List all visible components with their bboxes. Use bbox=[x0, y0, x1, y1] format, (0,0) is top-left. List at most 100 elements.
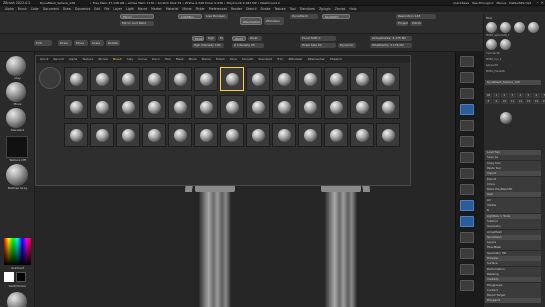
brush-thumb-claybuildup[interactable]: ClayBuildup bbox=[64, 95, 88, 119]
brush-thumb-hpolish[interactable]: hPolish bbox=[116, 95, 140, 119]
tab-hair[interactable]: Hair bbox=[163, 56, 173, 63]
switch-color-label[interactable]: SwitchColor bbox=[0, 284, 35, 288]
texture-off-icon[interactable] bbox=[6, 136, 28, 158]
brush-thumb-damstandard[interactable]: DamStandard bbox=[90, 95, 114, 119]
tool-list-item-1[interactable]: PM3D_Sphere3D_1 bbox=[486, 34, 510, 37]
tool-palette-item[interactable]: Polypaint bbox=[485, 298, 541, 304]
tool-palette-item[interactable]: Visible bbox=[485, 203, 541, 208]
subtool-level-button[interactable]: 8 bbox=[485, 99, 492, 104]
subtool-level-button[interactable]: 5 bbox=[525, 93, 532, 98]
tab-smooth[interactable]: Smooth bbox=[240, 56, 256, 63]
brush-thumb-mask[interactable]: Mask bbox=[376, 67, 400, 91]
subtool-level-button[interactable]: 4 bbox=[517, 93, 524, 98]
quicksave-button[interactable]: QuickSave bbox=[453, 1, 469, 5]
tool-list-item-4[interactable]: Sphere3D bbox=[486, 64, 498, 67]
rshelf-persp-button[interactable] bbox=[460, 120, 474, 131]
brush-thumb-pen[interactable]: Pen bbox=[90, 123, 114, 147]
tool-palette-item[interactable]: Polygroups bbox=[485, 282, 541, 288]
tab-brush[interactable]: Brush bbox=[111, 56, 124, 63]
rshelf-scroll-button[interactable] bbox=[460, 56, 474, 67]
tool-palette-item[interactable]: Geometry bbox=[485, 224, 541, 230]
tool-palette-item[interactable]: Export bbox=[485, 176, 541, 182]
tool-thumb-1[interactable] bbox=[486, 22, 497, 33]
move-button[interactable]: Move bbox=[74, 40, 88, 46]
tab-planar[interactable]: Planar bbox=[200, 56, 213, 63]
color-picker[interactable] bbox=[4, 238, 31, 265]
tool-palette-item[interactable]: Morph Target bbox=[485, 293, 541, 299]
tool-palette-item[interactable]: Masking bbox=[485, 271, 541, 277]
default-zscript-button[interactable]: DefaultZScript bbox=[509, 1, 531, 5]
tool-palette-item[interactable]: NanoMesh bbox=[485, 234, 541, 240]
brush-thumb-alpha[interactable]: Alpha bbox=[64, 67, 88, 91]
tab-clay[interactable]: Clay bbox=[125, 56, 136, 63]
m-button[interactable]: M bbox=[218, 36, 224, 41]
tab-move[interactable]: Move bbox=[187, 56, 199, 63]
brush-thumb-standard[interactable]: Standard bbox=[220, 67, 244, 91]
scale-button[interactable]: Scale bbox=[90, 40, 104, 46]
rshelf-xpose-button[interactable] bbox=[460, 280, 474, 291]
tool-list-item-2[interactable]: Cylinder3D bbox=[486, 52, 500, 55]
subtool-level-button[interactable]: 9 bbox=[493, 99, 500, 104]
tool-palette-item[interactable]: Import bbox=[485, 171, 541, 177]
brush-thumb-planar[interactable]: Planar bbox=[142, 95, 166, 119]
subtool-level-button[interactable]: 11 bbox=[509, 99, 516, 104]
tab-texture[interactable]: Texture bbox=[80, 56, 95, 63]
brush-thumb-gravity[interactable]: Gravity bbox=[246, 123, 270, 147]
brush-thumb-morph[interactable]: Morph bbox=[298, 123, 322, 147]
tool-palette-item[interactable]: Deformation bbox=[485, 266, 541, 272]
mrgb-button[interactable]: Mrgb bbox=[192, 36, 204, 41]
brush-thumb-magnify[interactable]: Magnify bbox=[220, 95, 244, 119]
dynamic-button[interactable]: Dynamic bbox=[338, 43, 356, 48]
brush-thumb-weave[interactable]: Weave bbox=[376, 123, 400, 147]
brush-thumb-transpose[interactable]: Transpose bbox=[350, 123, 374, 147]
rshelf-zoom-button[interactable] bbox=[460, 72, 474, 83]
rshelf-actual-button[interactable] bbox=[460, 88, 474, 99]
tab-zremesher[interactable]: ZRemesher bbox=[306, 56, 327, 63]
tool-palette-item[interactable]: Make PolyMesh3D bbox=[485, 187, 541, 193]
tool-palette-item[interactable]: Visibility bbox=[485, 277, 541, 283]
tool-thumb-4[interactable] bbox=[528, 22, 539, 33]
rshelf-rotate-button[interactable] bbox=[460, 216, 474, 227]
zsub-button[interactable]: Zsub bbox=[248, 36, 262, 41]
tool-list-item-3[interactable]: PM3D_Cyl_1 bbox=[486, 58, 501, 61]
clay-brush-icon[interactable] bbox=[6, 56, 26, 76]
edit-button[interactable]: Edit bbox=[34, 40, 52, 46]
brush-thumb-inflat[interactable]: Inflat bbox=[272, 67, 296, 91]
tool-thumb-3[interactable] bbox=[514, 22, 525, 33]
brush-thumb-trimdynamic[interactable]: TrimDynamic bbox=[298, 95, 322, 119]
tool-thumb-6[interactable] bbox=[500, 39, 511, 50]
brush-thumb-insert[interactable]: Insert bbox=[90, 67, 114, 91]
subtool-level-button[interactable]: 13 bbox=[525, 99, 532, 104]
rshelf-move-button[interactable] bbox=[460, 184, 474, 195]
rshelf-aahalf-button[interactable] bbox=[460, 104, 474, 115]
brush-thumb-flatten[interactable]: Flatten bbox=[350, 67, 374, 91]
brush-thumb-smooth[interactable]: Smooth bbox=[194, 67, 218, 91]
tab-recent[interactable]: Recent bbox=[51, 56, 65, 63]
resolution-slider[interactable]: Resolution 128 bbox=[396, 14, 436, 19]
rgb-intensity-slider[interactable]: Rgb Intensity 100 bbox=[192, 43, 224, 48]
brush-thumb-layer[interactable]: Layer bbox=[324, 67, 348, 91]
focal-shift-slider[interactable]: Focal Shift 0 bbox=[300, 36, 336, 41]
polish-button[interactable]: Polish bbox=[410, 21, 422, 26]
tab-stroke[interactable]: Stroke bbox=[96, 56, 110, 63]
brush-thumb-trim[interactable]: Trim bbox=[142, 67, 166, 91]
tool-palette-item[interactable]: Surface bbox=[485, 261, 541, 267]
brush-thumb-slash[interactable]: Slash bbox=[272, 95, 296, 119]
brush-thumb-form[interactable]: Form bbox=[220, 123, 244, 147]
tool-palette-item[interactable]: Paste Tool bbox=[485, 165, 541, 171]
draw-button[interactable]: Draw bbox=[58, 40, 72, 46]
menus-button[interactable]: Menus bbox=[496, 1, 506, 5]
mirror-weld-button[interactable]: Mirror And Weld bbox=[120, 21, 154, 26]
subtool-name[interactable]: DynaMesh_Sphere_128 bbox=[485, 80, 541, 85]
subtool-level-button[interactable]: 10 bbox=[501, 99, 508, 104]
subtool-level-button[interactable]: 7 bbox=[541, 93, 545, 98]
standard-brush-icon[interactable] bbox=[6, 108, 26, 128]
tab-alpha[interactable]: Alpha bbox=[67, 56, 80, 63]
tool-palette-item[interactable]: Copy Tool bbox=[485, 160, 541, 166]
brush-thumb-curvetube[interactable]: CurveTube bbox=[194, 95, 218, 119]
tab-slice[interactable]: Slice bbox=[228, 56, 239, 63]
tool-palette-item[interactable]: Layers bbox=[485, 240, 541, 246]
brush-thumb-blob[interactable]: Blob bbox=[246, 95, 270, 119]
draw-size-slider[interactable]: Draw Size 64 bbox=[300, 43, 336, 48]
subtool-level-button[interactable]: 14 bbox=[533, 99, 540, 104]
